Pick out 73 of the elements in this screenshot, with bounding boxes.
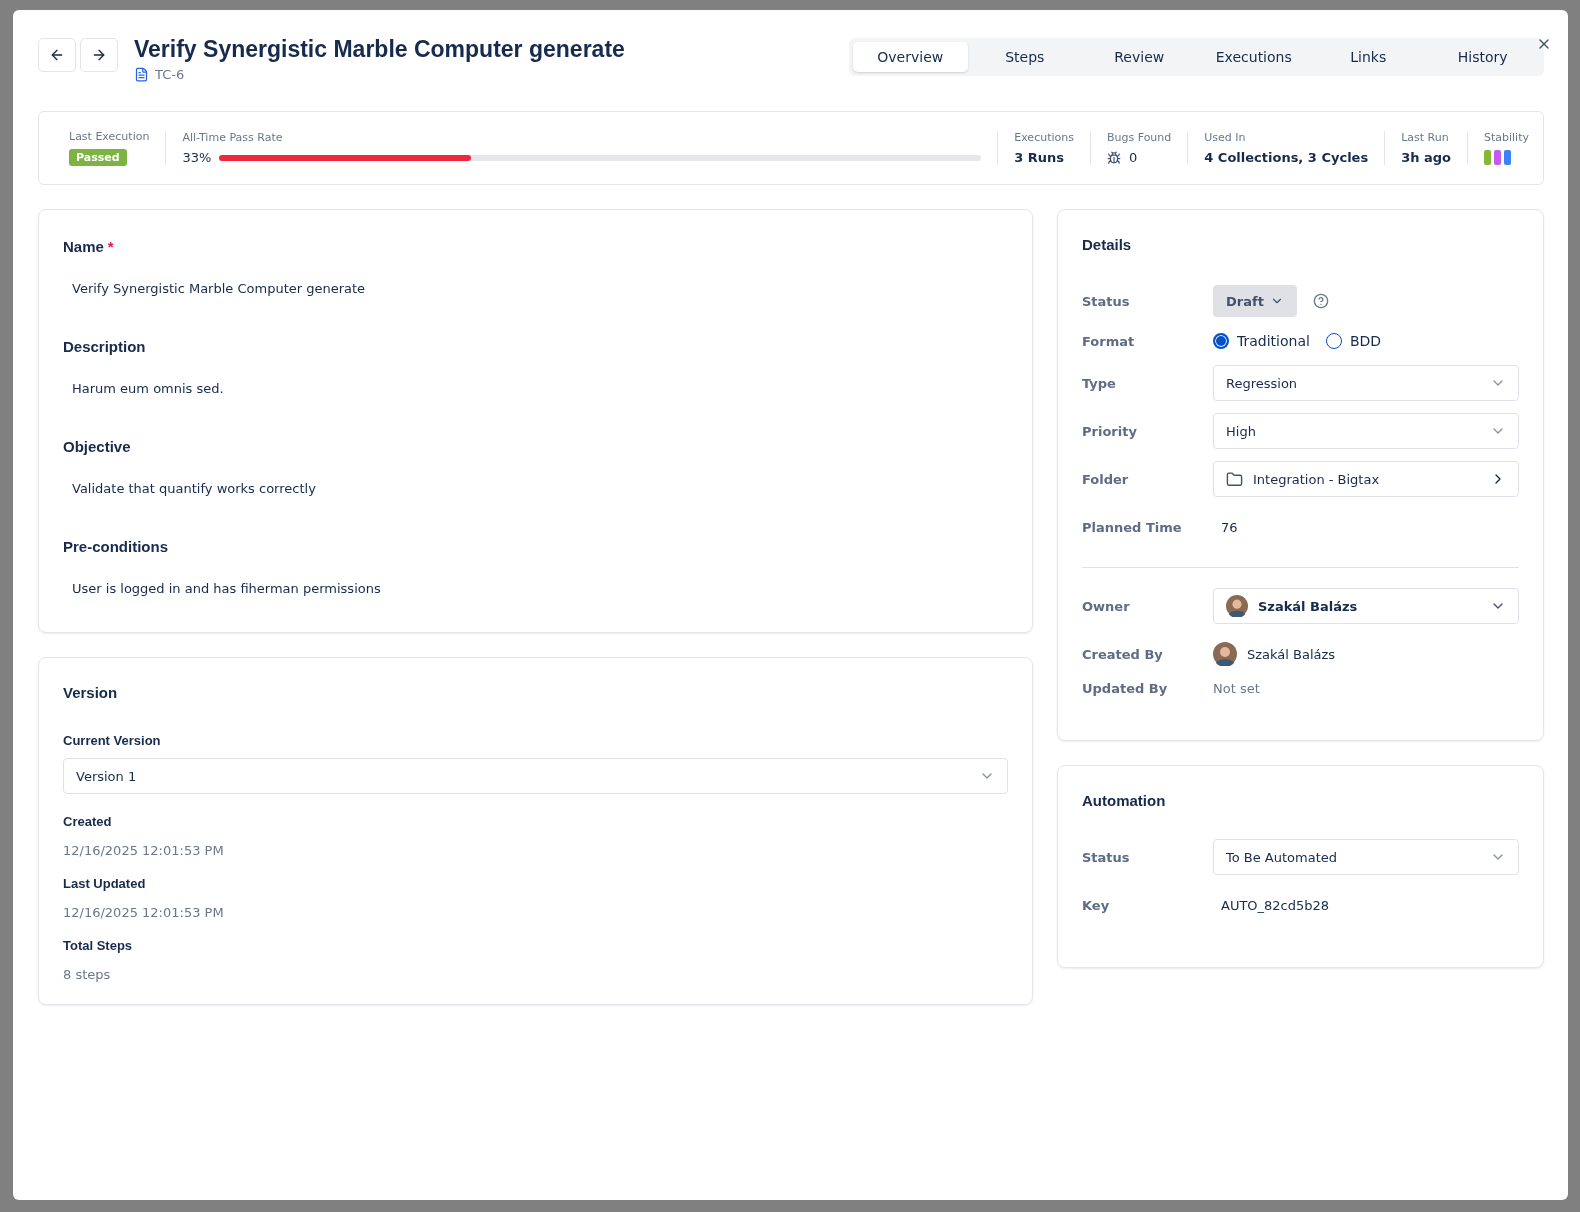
stat-label: All-Time Pass Rate: [182, 131, 284, 144]
field-value: 12/16/2025 12:01:53 PM: [63, 905, 225, 920]
avatar-icon: [1213, 642, 1237, 666]
stat-label: Used In: [1204, 131, 1247, 144]
field-label: Planned Time: [1082, 519, 1183, 535]
field-label: Current Version: [63, 733, 162, 748]
tab[interactable]: History: [1425, 42, 1540, 72]
field-label: Owner: [1082, 598, 1131, 614]
field-label: Updated By: [1082, 680, 1169, 696]
field-value: Validate that quantify works correctly: [71, 481, 317, 496]
field-value: Verify Synergistic Marble Computer generate: [71, 281, 367, 296]
field-heading: Description: [63, 338, 147, 355]
card-title: Automation: [1082, 792, 1167, 809]
select-field[interactable]: Regression: [1213, 365, 1519, 401]
arrow-right-icon: [91, 47, 107, 63]
status-badge: Passed: [69, 149, 127, 166]
field-label: Total Steps: [63, 938, 134, 953]
folder-field[interactable]: Integration - Bigtax: [1213, 461, 1519, 497]
radio-option[interactable]: Traditional: [1213, 333, 1310, 349]
stat-value: 3h ago: [1401, 150, 1451, 165]
field-label: Format: [1082, 333, 1136, 349]
field-heading: Name *: [63, 238, 115, 255]
field-label: Type: [1082, 375, 1117, 391]
field-value: 76: [1220, 519, 1239, 535]
field-label: Key: [1082, 897, 1111, 913]
field-value: 8 steps: [63, 967, 112, 982]
avatar-icon: [1226, 595, 1248, 617]
stat-label: Last Execution: [69, 130, 150, 143]
stat-label: Bugs Found: [1106, 131, 1172, 144]
stat-value: 3 Runs: [1014, 150, 1066, 165]
field-value: 12/16/2025 12:01:53 PM: [63, 843, 225, 858]
card-title: Details: [1082, 236, 1133, 253]
field-heading: Pre-conditions: [63, 538, 169, 555]
folder-icon: [1226, 470, 1243, 488]
tab[interactable]: Overview: [853, 42, 968, 72]
field-label: Folder: [1082, 471, 1130, 487]
tab[interactable]: Executions: [1196, 42, 1311, 72]
document-icon: [134, 67, 149, 82]
page-title: Verify Synergistic Marble Computer generate: [134, 36, 626, 63]
required-mark: *: [107, 238, 114, 255]
field-label: Created By: [1082, 646, 1164, 662]
next-button[interactable]: [80, 38, 118, 72]
previous-button[interactable]: [38, 38, 76, 72]
field-label: Created: [63, 814, 113, 829]
stat-value: 0: [1128, 150, 1138, 165]
field-value: Harum eum omnis sed.: [71, 381, 225, 396]
field-label: Status: [1082, 293, 1131, 309]
field-value: User is logged in and has fiherman permissions: [71, 581, 382, 596]
bug-icon: [1106, 150, 1121, 165]
field-value: Not set: [1213, 680, 1261, 696]
stat-label: Executions: [1014, 131, 1074, 144]
card-title: Version: [63, 684, 119, 701]
tab[interactable]: Links: [1311, 42, 1426, 72]
user-name: Szakál Balázs: [1247, 646, 1336, 662]
field-label: Priority: [1082, 423, 1138, 439]
field-heading: Objective: [63, 438, 132, 455]
version-select[interactable]: Version 1: [63, 758, 1008, 794]
tab[interactable]: Review: [1082, 42, 1197, 72]
stat-label: Last Run: [1401, 131, 1450, 144]
owner-select[interactable]: Szakál Balázs: [1213, 588, 1519, 624]
field-value: AUTO_82cd5b28: [1220, 897, 1331, 913]
select-field[interactable]: To Be Automated: [1213, 839, 1519, 875]
status-dropdown[interactable]: Draft: [1213, 285, 1297, 317]
radio-option[interactable]: BDD: [1325, 333, 1382, 349]
field-label: Last Updated: [63, 876, 147, 891]
stat-value: 4 Collections, 3 Cycles: [1204, 150, 1369, 165]
test-case-key: TC-6: [155, 67, 185, 82]
help-icon[interactable]: [1312, 293, 1329, 309]
field-label: Status: [1082, 849, 1131, 865]
tab[interactable]: Steps: [967, 42, 1082, 72]
stat-label: Stability: [1484, 131, 1529, 144]
pass-rate-value: 33%: [182, 150, 212, 165]
select-field[interactable]: High: [1213, 413, 1519, 449]
